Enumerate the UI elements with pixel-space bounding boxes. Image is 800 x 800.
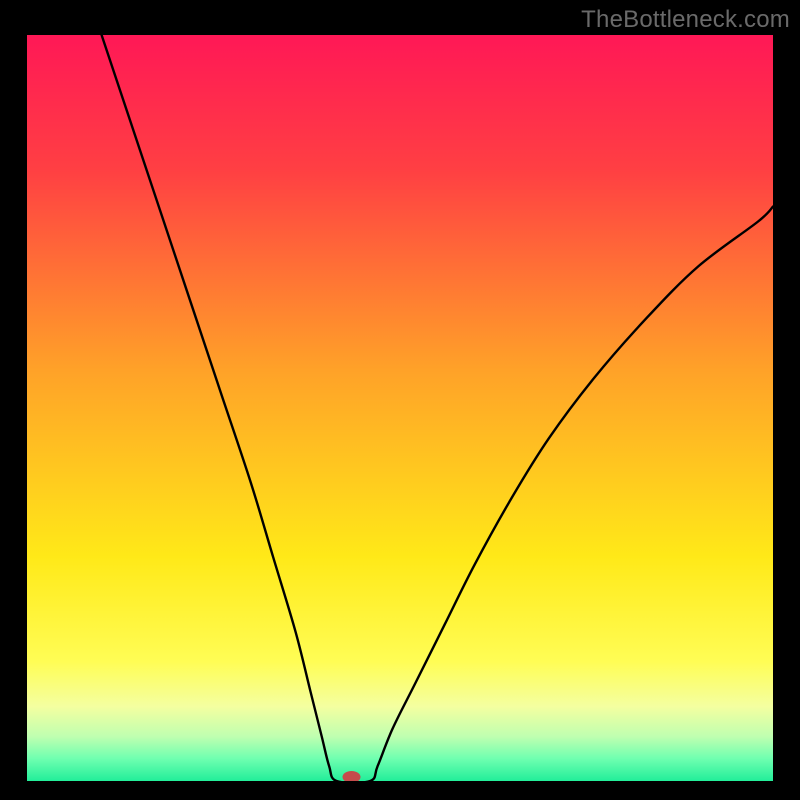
bottleneck-chart <box>27 35 773 781</box>
watermark-text: TheBottleneck.com <box>581 6 790 34</box>
chart-frame: TheBottleneck.com <box>0 0 800 800</box>
